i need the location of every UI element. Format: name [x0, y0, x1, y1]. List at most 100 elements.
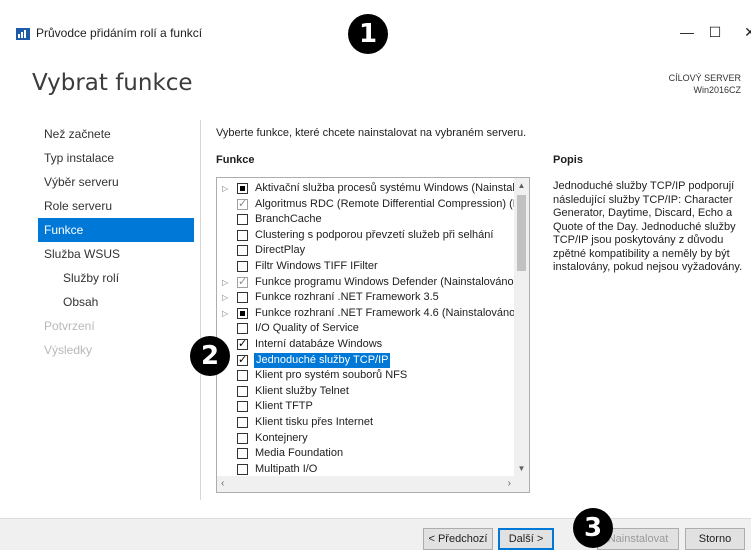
feature-checkbox[interactable]	[237, 245, 248, 257]
close-button[interactable]: ✕	[735, 22, 751, 42]
description-heading: Popis	[553, 154, 583, 166]
feature-checkbox[interactable]	[237, 370, 248, 382]
feature-row[interactable]: Interní databáze Windows	[217, 337, 515, 353]
target-server-name: Win2016CZ	[693, 85, 741, 95]
feature-checkbox[interactable]	[237, 401, 248, 413]
feature-row[interactable]: Klient TFTP	[217, 399, 515, 415]
scroll-left-icon[interactable]: ‹	[221, 476, 224, 492]
feature-row[interactable]: Clustering s podporou převzetí služeb př…	[217, 228, 515, 244]
feature-label: Media Foundation	[255, 447, 344, 460]
features-rows: ▷ Aktivační služba procesů systému Window…	[217, 181, 515, 477]
feature-label: Aktivační služba procesů systému Windows…	[255, 182, 515, 194]
feature-checkbox[interactable]	[237, 448, 248, 460]
feature-row[interactable]: Klient služby Telnet	[217, 384, 515, 400]
feature-label: Multipath I/O	[255, 462, 318, 475]
expand-arrow-icon[interactable]: ▷	[222, 290, 232, 306]
feature-row[interactable]: BranchCache	[217, 212, 515, 228]
feature-checkbox[interactable]	[237, 307, 248, 319]
feature-row[interactable]: Klient pro systém souborů NFS	[217, 368, 515, 384]
server-manager-icon	[16, 28, 30, 40]
previous-button[interactable]: < Předchozí	[423, 528, 493, 550]
feature-row[interactable]: ▷ Funkce rozhraní .NET Framework 4.6 (Nai…	[217, 306, 515, 322]
scroll-thumb[interactable]	[517, 195, 526, 271]
feature-row[interactable]: Media Foundation	[217, 446, 515, 462]
feature-checkbox[interactable]	[237, 353, 248, 367]
nav-item[interactable]: Obsah	[38, 290, 194, 314]
target-server-label: CÍLOVÝ SERVER	[668, 73, 741, 83]
expand-arrow-icon[interactable]: ▷	[222, 181, 232, 197]
expand-arrow-icon[interactable]: ▷	[222, 306, 232, 322]
nav-item[interactable]: Výběr serveru	[38, 170, 194, 194]
instructions-text: Vyberte funkce, které chcete nainstalova…	[216, 127, 527, 139]
feature-checkbox[interactable]	[237, 432, 248, 444]
scroll-down-icon[interactable]: ▼	[514, 461, 529, 476]
feature-row[interactable]: Multipath I/O	[217, 462, 515, 478]
feature-row[interactable]: ▷ Aktivační služba procesů systému Window…	[217, 181, 515, 197]
feature-label: Clustering s podporou převzetí služeb př…	[255, 228, 494, 241]
nav-item[interactable]: Než začnete	[38, 122, 194, 146]
feature-label: Jednoduché služby TCP/IP	[254, 352, 391, 369]
features-list[interactable]: ▷ Aktivační služba procesů systému Window…	[216, 177, 530, 493]
feature-label: Klient TFTP	[255, 400, 313, 413]
feature-row[interactable]: DirectPlay	[217, 243, 515, 259]
annotation-badge-1: 1	[348, 14, 388, 54]
feature-row[interactable]: Jednoduché služby TCP/IP	[217, 352, 515, 369]
feature-label: BranchCache	[255, 213, 322, 226]
feature-checkbox[interactable]	[237, 463, 248, 475]
nav-divider	[200, 120, 201, 500]
feature-checkbox[interactable]	[237, 337, 248, 352]
nav-item[interactable]: Typ instalace	[38, 146, 194, 170]
feature-row[interactable]: Kontejnery	[217, 431, 515, 447]
cancel-button[interactable]: Storno	[685, 528, 745, 550]
horizontal-scrollbar[interactable]: ‹ ›	[217, 476, 515, 492]
expand-arrow-icon[interactable]: ▷	[222, 275, 232, 291]
maximize-button[interactable]: ☐	[700, 22, 730, 42]
scroll-right-icon[interactable]: ›	[508, 476, 511, 492]
annotation-badge-3: 3	[573, 508, 613, 548]
scroll-up-icon[interactable]: ▲	[514, 178, 529, 193]
feature-label: Klient tisku přes Internet	[255, 415, 374, 428]
next-button[interactable]: Další >	[498, 528, 554, 550]
feature-checkbox[interactable]	[237, 323, 248, 335]
page-title: Vybrat funkce	[32, 70, 193, 96]
feature-label: Interní databáze Windows	[255, 337, 383, 350]
feature-checkbox[interactable]	[237, 214, 248, 226]
description-text: Jednoduché služby TCP/IP podporují násle…	[553, 180, 743, 273]
wizard-nav: Než začnete Typ instalace Výběr serveru Rol…	[38, 122, 194, 362]
feature-checkbox[interactable]	[237, 385, 248, 397]
nav-item[interactable]: Služba WSUS	[38, 242, 194, 266]
nav-item[interactable]: Funkce	[38, 218, 194, 242]
feature-label: Funkce programu Windows Defender (Nainst…	[255, 275, 515, 288]
feature-label: Funkce rozhraní .NET Framework 4.6 (Nain…	[255, 306, 515, 319]
feature-label: Filtr Windows TIFF IFilter	[255, 259, 378, 272]
nav-item[interactable]: Role serveru	[38, 194, 194, 218]
target-server-info: CÍLOVÝ SERVER Win2016CZ	[669, 72, 741, 96]
nav-item: Potvrzení	[44, 319, 95, 333]
feature-checkbox[interactable]	[237, 183, 248, 194]
feature-label: Algoritmus RDC (Remote Differential Comp…	[255, 197, 515, 210]
feature-checkbox[interactable]	[237, 416, 248, 428]
nav-item: Výsledky	[44, 343, 93, 357]
feature-label: Klient služby Telnet	[255, 384, 349, 397]
feature-row[interactable]: Algoritmus RDC (Remote Differential Comp…	[217, 197, 515, 213]
feature-checkbox[interactable]	[237, 229, 248, 241]
feature-checkbox[interactable]	[237, 292, 248, 304]
feature-label: Klient pro systém souborů NFS	[255, 369, 408, 382]
minimize-button[interactable]: —	[672, 22, 702, 42]
vertical-scrollbar[interactable]: ▲ ▼	[514, 178, 529, 476]
feature-checkbox	[237, 197, 248, 211]
scrollbar-corner	[514, 476, 529, 492]
feature-checkbox[interactable]	[237, 260, 248, 272]
window-title: Průvodce přidáním rolí a funkcí	[36, 26, 203, 40]
feature-row[interactable]: ▷ Funkce rozhraní .NET Framework 3.5	[217, 290, 515, 306]
feature-row[interactable]: I/O Quality of Service	[217, 321, 515, 337]
feature-label: Kontejnery	[255, 431, 308, 444]
feature-label: DirectPlay	[255, 244, 306, 257]
feature-row[interactable]: Klient tisku přes Internet	[217, 415, 515, 431]
feature-row[interactable]: Filtr Windows TIFF IFilter	[217, 259, 515, 275]
feature-label: I/O Quality of Service	[255, 322, 359, 335]
features-heading: Funkce	[216, 154, 255, 166]
annotation-badge-2: 2	[190, 336, 230, 376]
nav-item[interactable]: Služby rolí	[38, 266, 194, 290]
feature-row[interactable]: ▷ Funkce programu Windows Defender (Nains…	[217, 275, 515, 291]
